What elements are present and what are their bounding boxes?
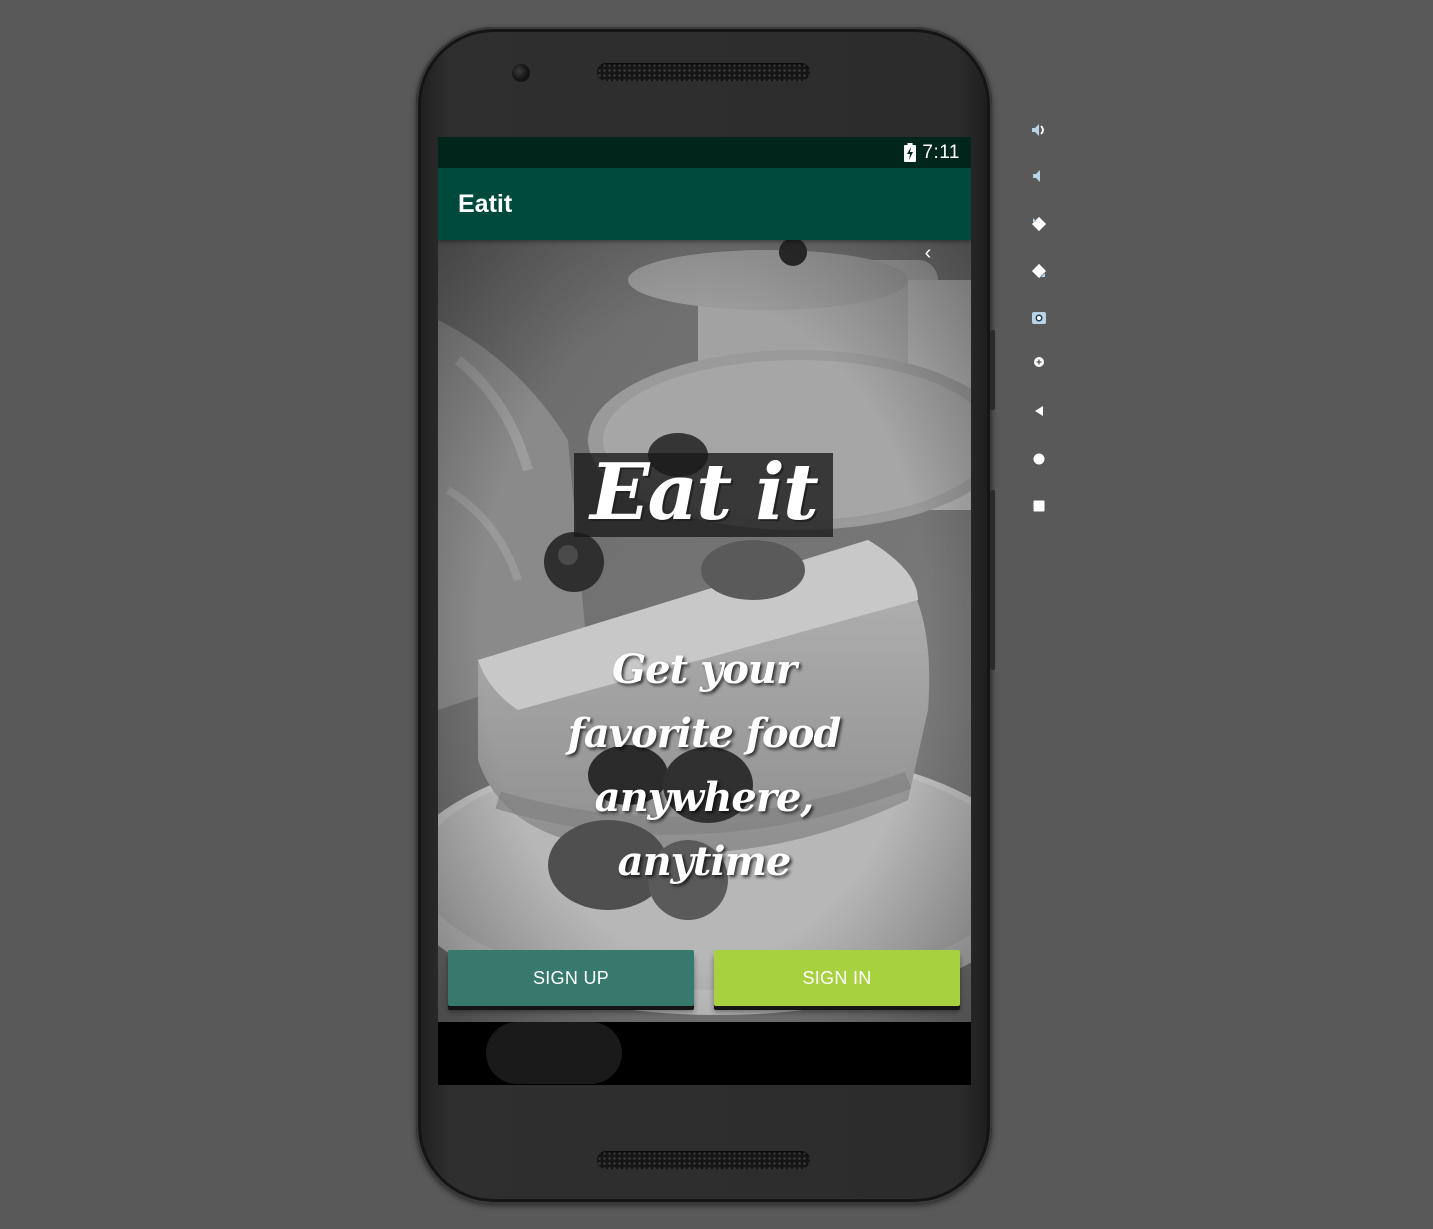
volume-up-button[interactable] <box>1020 112 1058 148</box>
welcome-content: ‹ Eat it Get your favorite food anywhere… <box>438 240 971 1022</box>
home-icon <box>1033 453 1045 465</box>
cheesecake-background-image <box>438 240 971 1022</box>
tagline: Get your favorite food anywhere, anytime <box>567 646 842 885</box>
camera-icon <box>1032 312 1046 324</box>
eat-it-logo: Eat it <box>574 453 833 537</box>
rotate-left-button[interactable] <box>1020 206 1058 242</box>
nav-home-pill[interactable] <box>486 1022 622 1084</box>
zoom-icon <box>1034 357 1044 367</box>
zoom-button[interactable] <box>1020 344 1058 380</box>
home-button[interactable] <box>1020 441 1058 477</box>
overview-button[interactable] <box>1020 488 1058 524</box>
navigation-bar <box>438 1022 971 1085</box>
logo-text: Eat it <box>590 453 819 537</box>
power-key <box>990 330 995 410</box>
volume-down-button[interactable] <box>1020 158 1058 194</box>
app-title: Eatit <box>458 190 513 218</box>
volume-down-icon <box>1033 170 1040 182</box>
back-icon <box>1035 406 1043 416</box>
emulator-toolbar <box>1020 110 1058 530</box>
volume-up-icon <box>1032 124 1044 136</box>
front-camera <box>512 64 530 82</box>
app-bar: Eatit <box>438 168 971 240</box>
battery-charging-icon <box>904 143 916 162</box>
sign-up-button[interactable]: SIGN UP <box>448 950 694 1006</box>
top-speaker <box>597 63 810 81</box>
bottom-speaker <box>597 1151 810 1169</box>
emulator-window: 7:11 Eatit ‹ Eat it Get your favorite fo… <box>0 0 1433 1229</box>
chevron-left-icon[interactable]: ‹ <box>916 242 940 264</box>
rotate-right-button[interactable] <box>1020 253 1058 289</box>
status-time: 7:11 <box>922 142 960 163</box>
volume-key <box>990 490 995 670</box>
device-screen: 7:11 Eatit ‹ Eat it Get your favorite fo… <box>438 137 971 1085</box>
rotate-left-icon <box>1031 216 1047 232</box>
back-button[interactable] <box>1020 393 1058 429</box>
screenshot-button[interactable] <box>1020 300 1058 336</box>
status-bar: 7:11 <box>438 137 971 168</box>
overview-icon <box>1033 500 1045 512</box>
sign-in-button[interactable]: SIGN IN <box>714 950 960 1006</box>
rotate-right-icon <box>1031 263 1047 279</box>
